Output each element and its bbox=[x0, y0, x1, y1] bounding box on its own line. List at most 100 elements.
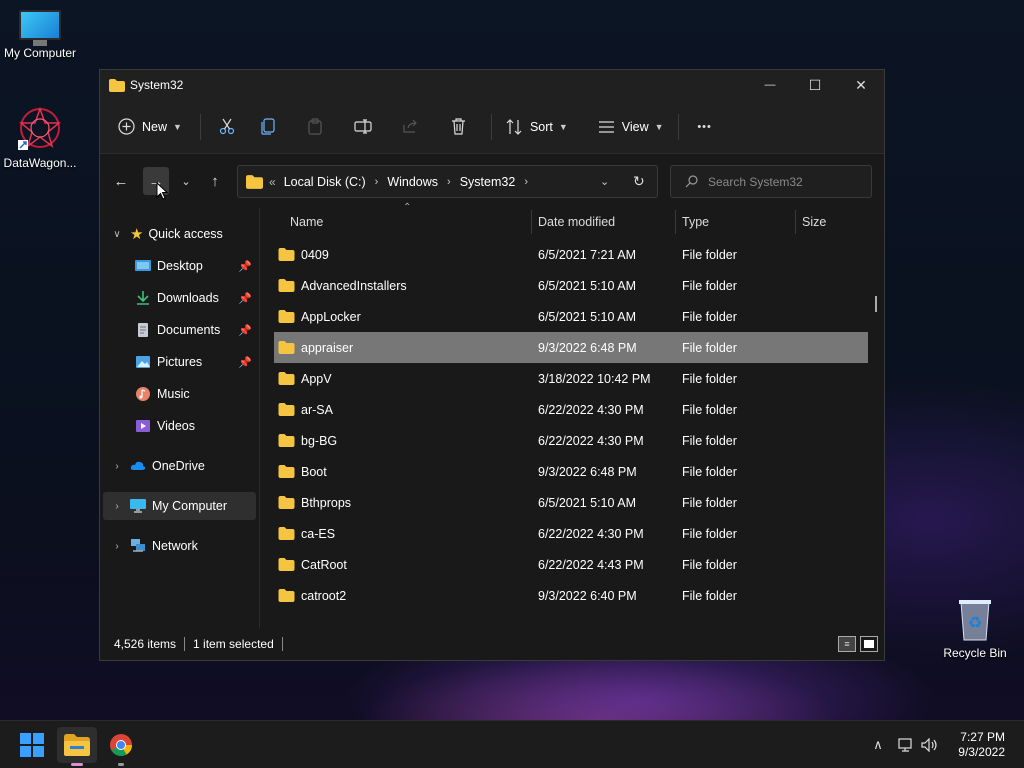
breadcrumb-overflow[interactable]: « bbox=[269, 175, 276, 189]
sidebar-item-music[interactable]: Music bbox=[103, 380, 256, 408]
up-button[interactable]: ↑ bbox=[202, 167, 228, 195]
column-header-name[interactable]: Name bbox=[290, 208, 323, 236]
file-row[interactable]: ca-ES 6/22/2022 4:30 PM File folder bbox=[274, 518, 868, 549]
address-history-chevron-icon[interactable]: ⌄ bbox=[600, 175, 609, 188]
folder-icon bbox=[278, 403, 295, 416]
new-button[interactable]: New ▼ bbox=[114, 111, 186, 143]
close-button[interactable]: ✕ bbox=[838, 70, 884, 100]
details-view-icon: ≡ bbox=[844, 639, 850, 649]
vertical-scrollbar[interactable] bbox=[875, 296, 877, 312]
tiles-view-button[interactable] bbox=[860, 636, 878, 652]
file-row[interactable]: Boot 9/3/2022 6:48 PM File folder bbox=[274, 456, 868, 487]
chevron-down-icon: ⌄ bbox=[181, 175, 191, 188]
cut-button[interactable] bbox=[209, 111, 245, 143]
file-row[interactable]: Bthprops 6/5/2021 5:10 AM File folder bbox=[274, 487, 868, 518]
chevron-right-icon[interactable]: › bbox=[375, 176, 379, 188]
column-separator[interactable] bbox=[531, 210, 532, 234]
file-type: File folder bbox=[682, 495, 737, 510]
search-box[interactable] bbox=[670, 165, 872, 198]
desktop-icon-datawagon[interactable]: DataWagon... bbox=[0, 106, 80, 170]
sidebar-item-documents[interactable]: Documents 📌 bbox=[103, 316, 256, 344]
show-hidden-icons-button[interactable]: ∧ bbox=[866, 721, 890, 768]
file-row[interactable]: CatRoot 6/22/2022 4:43 PM File folder bbox=[274, 549, 868, 580]
sidebar-item-onedrive[interactable]: › OneDrive bbox=[103, 452, 256, 480]
folder-icon bbox=[246, 174, 263, 189]
sidebar-item-network[interactable]: › Network bbox=[103, 532, 256, 560]
file-row[interactable]: AppLocker 6/5/2021 5:10 AM File folder bbox=[274, 301, 868, 332]
chevron-down-icon[interactable]: ∨ bbox=[108, 229, 126, 240]
sidebar-item-pictures[interactable]: Pictures 📌 bbox=[103, 348, 256, 376]
title-bar[interactable]: System32 — ☐ ✕ bbox=[100, 70, 884, 100]
explorer-body: ∨ ★ Quick access Desktop 📌 Downloads 📌 D… bbox=[100, 202, 884, 628]
desktop-icon-label: DataWagon... bbox=[3, 156, 77, 170]
folder-icon bbox=[278, 527, 295, 540]
file-row[interactable]: AdvancedInstallers 6/5/2021 5:10 AM File… bbox=[274, 270, 868, 301]
star-icon: ★ bbox=[130, 226, 144, 243]
volume-button[interactable] bbox=[919, 721, 941, 768]
taskbar-chrome[interactable] bbox=[101, 727, 141, 766]
pin-icon: 📌 bbox=[238, 324, 252, 337]
file-row[interactable]: 0409 6/5/2021 7:21 AM File folder bbox=[274, 239, 868, 270]
column-header-date-modified[interactable]: Date modified bbox=[538, 208, 615, 236]
sidebar-item-desktop[interactable]: Desktop 📌 bbox=[103, 252, 256, 280]
chevron-down-icon: ▼ bbox=[654, 121, 664, 132]
desktop-icon-recycle-bin[interactable]: ♻ Recycle Bin bbox=[935, 598, 1015, 660]
file-row[interactable]: catroot2 9/3/2022 6:40 PM File folder bbox=[274, 580, 868, 611]
back-button[interactable]: ← bbox=[108, 167, 134, 195]
breadcrumb-local-disk[interactable]: Local Disk (C:) bbox=[284, 175, 366, 189]
pin-icon: 📌 bbox=[238, 292, 252, 305]
rename-button[interactable] bbox=[339, 111, 387, 143]
search-input[interactable] bbox=[708, 174, 868, 189]
paste-button[interactable] bbox=[291, 111, 339, 143]
taskbar-file-explorer[interactable] bbox=[57, 727, 97, 766]
desktop-icon-my-computer[interactable]: My Computer bbox=[0, 10, 80, 60]
column-header-size[interactable]: Size bbox=[802, 208, 826, 236]
chevron-right-icon[interactable]: › bbox=[447, 176, 451, 188]
tiles-view-icon bbox=[864, 640, 874, 648]
refresh-icon[interactable]: ↻ bbox=[633, 173, 645, 190]
details-view-button[interactable]: ≡ bbox=[838, 636, 856, 652]
arrow-left-icon: ← bbox=[113, 172, 129, 190]
scissors-icon bbox=[219, 118, 235, 135]
folder-icon bbox=[278, 496, 295, 509]
breadcrumb-system32[interactable]: System32 bbox=[460, 175, 516, 189]
delete-button[interactable] bbox=[435, 111, 483, 143]
address-bar[interactable]: « Local Disk (C:) › Windows › System32 ›… bbox=[237, 165, 658, 198]
start-button[interactable] bbox=[12, 727, 52, 763]
sidebar-item-quick-access[interactable]: ∨ ★ Quick access bbox=[103, 220, 256, 248]
column-separator[interactable] bbox=[675, 210, 676, 234]
chevron-right-icon[interactable]: › bbox=[108, 461, 126, 472]
copy-button[interactable] bbox=[245, 111, 291, 143]
system-clock[interactable]: 7:27 PM 9/3/2022 bbox=[958, 730, 1005, 760]
minimize-button[interactable]: — bbox=[747, 70, 793, 100]
recent-locations-button[interactable]: ⌄ bbox=[173, 167, 199, 195]
sidebar-item-my-computer[interactable]: › My Computer bbox=[103, 492, 256, 520]
maximize-icon: ☐ bbox=[808, 76, 822, 93]
sort-button[interactable]: Sort ▼ bbox=[500, 111, 574, 143]
file-row-selected[interactable]: appraiser 9/3/2022 6:48 PM File folder bbox=[274, 332, 868, 363]
file-name: ca-ES bbox=[301, 526, 336, 541]
chevron-right-icon[interactable]: › bbox=[108, 501, 126, 512]
file-row[interactable]: bg-BG 6/22/2022 4:30 PM File folder bbox=[274, 425, 868, 456]
sidebar-item-label: Downloads bbox=[157, 291, 219, 305]
more-options-button[interactable]: ••• bbox=[687, 111, 723, 143]
file-row[interactable]: ar-SA 6/22/2022 4:30 PM File folder bbox=[274, 394, 868, 425]
file-list-view: ⌃ Name Date modified Type Size 0409 6/5/… bbox=[260, 202, 884, 628]
sidebar-item-videos[interactable]: Videos bbox=[103, 412, 256, 440]
file-row[interactable]: AppV 3/18/2022 10:42 PM File folder bbox=[274, 363, 868, 394]
share-button[interactable] bbox=[387, 111, 435, 143]
column-separator[interactable] bbox=[795, 210, 796, 234]
chevron-right-icon[interactable]: › bbox=[108, 541, 126, 552]
chevron-right-icon[interactable]: › bbox=[524, 176, 528, 188]
view-list-icon bbox=[598, 120, 614, 133]
sidebar-item-downloads[interactable]: Downloads 📌 bbox=[103, 284, 256, 312]
status-bar: 4,526 items 1 item selected ≡ bbox=[100, 628, 884, 660]
sidebar-item-label: Videos bbox=[157, 419, 195, 433]
breadcrumb-windows[interactable]: Windows bbox=[387, 175, 438, 189]
network-status-button[interactable] bbox=[895, 721, 917, 768]
navigation-bar: ← → ⌄ ↑ « Local Disk (C:) › Windows › Sy… bbox=[100, 154, 884, 208]
view-button[interactable]: View ▼ bbox=[592, 111, 670, 143]
column-header-type[interactable]: Type bbox=[682, 208, 709, 236]
maximize-button[interactable]: ☐ bbox=[792, 70, 838, 100]
running-app-indicator bbox=[118, 763, 124, 766]
